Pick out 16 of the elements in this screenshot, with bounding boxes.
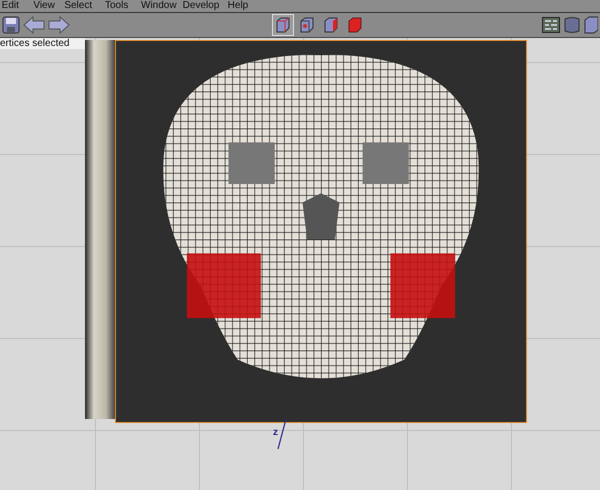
- z-axis-line: [276, 419, 288, 449]
- menu-item[interactable]: Edit: [2, 0, 19, 12]
- axis-label: z: [273, 427, 278, 438]
- menu-item[interactable]: Window: [141, 0, 177, 12]
- selection-mode-button[interactable]: [272, 14, 294, 36]
- cube-icon[interactable]: [584, 16, 598, 34]
- list-icon[interactable]: [542, 17, 560, 33]
- menu-item[interactable]: Select: [64, 0, 92, 12]
- status-text: ertices selected: [0, 38, 86, 49]
- shaded-cube-icon[interactable]: [564, 16, 580, 34]
- menu-item[interactable]: Help: [228, 0, 248, 12]
- save-icon[interactable]: [2, 16, 20, 34]
- menu-item[interactable]: Tools: [105, 0, 128, 12]
- menu-item[interactable]: View: [33, 0, 55, 12]
- forward-arrow-icon[interactable]: [48, 16, 70, 34]
- menu-item[interactable]: Develop: [182, 0, 220, 12]
